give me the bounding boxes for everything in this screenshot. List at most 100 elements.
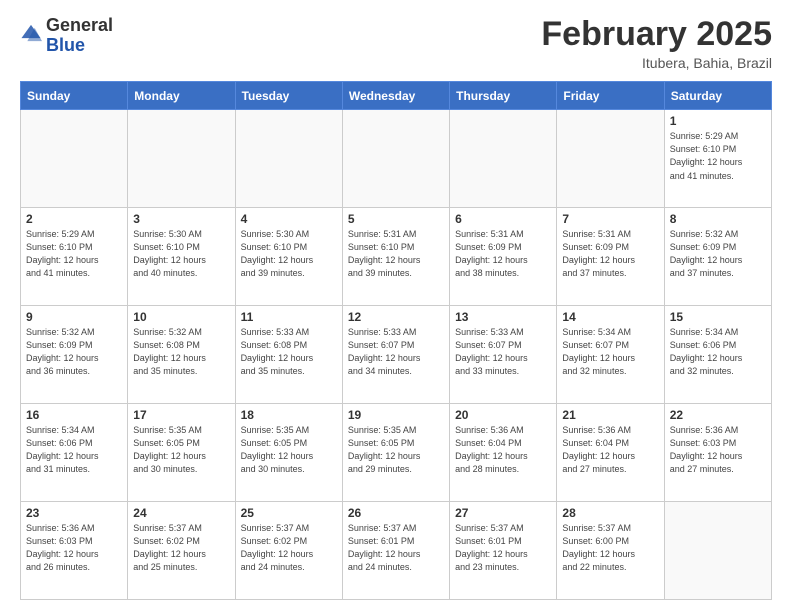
day-info: Sunrise: 5:29 AMSunset: 6:10 PMDaylight:… [26,228,122,280]
day-number: 24 [133,506,229,520]
day-number: 14 [562,310,658,324]
calendar-cell [235,110,342,208]
calendar-cell: 4Sunrise: 5:30 AMSunset: 6:10 PMDaylight… [235,208,342,306]
calendar-cell: 10 Sunrise: 5:32 AMSunset: 6:08 PMDayligh… [128,306,235,404]
calendar-cell: 20 Sunrise: 5:36 AMSunset: 6:04 PMDayligh… [450,404,557,502]
week-row-3: 9Sunrise: 5:32 AMSunset: 6:09 PMDaylight… [21,306,772,404]
day-number: 2 [26,212,122,226]
day-info: Sunrise: 5:36 AMSunset: 6:04 PMDaylight:… [562,424,658,476]
calendar-cell: 18 Sunrise: 5:35 AMSunset: 6:05 PMDayligh… [235,404,342,502]
day-info: Sunrise: 5:36 AMSunset: 6:03 PMDaylight:… [26,522,122,574]
day-number: 13 [455,310,551,324]
header: General Blue February 2025 Itubera, Bahi… [20,16,772,71]
calendar-cell: 19Sunrise: 5:35 AMSunset: 6:05 PMDayligh… [342,404,449,502]
day-info: Sunrise: 5:33 AMSunset: 6:07 PMDaylight:… [348,326,444,378]
week-row-4: 16 Sunrise: 5:34 AMSunset: 6:06 PMDayligh… [21,404,772,502]
day-info: Sunrise: 5:37 AMSunset: 6:00 PMDaylight:… [562,522,658,574]
calendar-cell [450,110,557,208]
day-info: Sunrise: 5:32 AMSunset: 6:08 PMDaylight:… [133,326,229,378]
day-info: Sunrise: 5:35 AMSunset: 6:05 PMDaylight:… [348,424,444,476]
calendar-cell: 23 Sunrise: 5:36 AMSunset: 6:03 PMDayligh… [21,502,128,600]
day-number: 12 [348,310,444,324]
week-row-2: 2 Sunrise: 5:29 AMSunset: 6:10 PMDaylight… [21,208,772,306]
calendar-cell: 16 Sunrise: 5:34 AMSunset: 6:06 PMDayligh… [21,404,128,502]
day-header-thursday: Thursday [450,82,557,110]
calendar-cell: 15Sunrise: 5:34 AMSunset: 6:06 PMDayligh… [664,306,771,404]
day-number: 11 [241,310,337,324]
day-info: Sunrise: 5:36 AMSunset: 6:04 PMDaylight:… [455,424,551,476]
day-number: 28 [562,506,658,520]
day-info: Sunrise: 5:37 AMSunset: 6:02 PMDaylight:… [133,522,229,574]
calendar-cell: 9Sunrise: 5:32 AMSunset: 6:09 PMDaylight… [21,306,128,404]
day-info: Sunrise: 5:35 AMSunset: 6:05 PMDaylight:… [133,424,229,476]
calendar-cell: 14Sunrise: 5:34 AMSunset: 6:07 PMDayligh… [557,306,664,404]
calendar-cell: 27 Sunrise: 5:37 AMSunset: 6:01 PMDayligh… [450,502,557,600]
day-number: 21 [562,408,658,422]
logo-icon [20,22,42,44]
day-number: 18 [241,408,337,422]
calendar-cell: 21 Sunrise: 5:36 AMSunset: 6:04 PMDayligh… [557,404,664,502]
day-number: 3 [133,212,229,226]
day-number: 25 [241,506,337,520]
day-header-wednesday: Wednesday [342,82,449,110]
calendar-cell: 26Sunrise: 5:37 AMSunset: 6:01 PMDayligh… [342,502,449,600]
day-info: Sunrise: 5:37 AMSunset: 6:01 PMDaylight:… [455,522,551,574]
day-number: 6 [455,212,551,226]
calendar-header-row: SundayMondayTuesdayWednesdayThursdayFrid… [21,82,772,110]
month-title: February 2025 [541,16,772,53]
day-number: 27 [455,506,551,520]
day-info: Sunrise: 5:35 AMSunset: 6:05 PMDaylight:… [241,424,337,476]
calendar-cell [664,502,771,600]
calendar-cell: 11 Sunrise: 5:33 AMSunset: 6:08 PMDayligh… [235,306,342,404]
logo-general-text: General [46,15,113,35]
title-area: February 2025 Itubera, Bahia, Brazil [541,16,772,71]
calendar-cell: 25 Sunrise: 5:37 AMSunset: 6:02 PMDayligh… [235,502,342,600]
day-header-monday: Monday [128,82,235,110]
week-row-1: 1 Sunrise: 5:29 AMSunset: 6:10 PMDaylight… [21,110,772,208]
calendar-cell: 12 Sunrise: 5:33 AMSunset: 6:07 PMDayligh… [342,306,449,404]
day-header-sunday: Sunday [21,82,128,110]
day-info: Sunrise: 5:32 AMSunset: 6:09 PMDaylight:… [670,228,766,280]
day-info: Sunrise: 5:37 AMSunset: 6:01 PMDaylight:… [348,522,444,574]
day-info: Sunrise: 5:31 AMSunset: 6:09 PMDaylight:… [455,228,551,280]
day-number: 5 [348,212,444,226]
calendar-cell: 7 Sunrise: 5:31 AMSunset: 6:09 PMDaylight… [557,208,664,306]
calendar-cell [342,110,449,208]
calendar-cell: 5Sunrise: 5:31 AMSunset: 6:10 PMDaylight… [342,208,449,306]
day-number: 22 [670,408,766,422]
calendar-cell: 28 Sunrise: 5:37 AMSunset: 6:00 PMDayligh… [557,502,664,600]
location: Itubera, Bahia, Brazil [541,55,772,71]
day-info: Sunrise: 5:34 AMSunset: 6:06 PMDaylight:… [26,424,122,476]
day-header-tuesday: Tuesday [235,82,342,110]
day-header-friday: Friday [557,82,664,110]
day-number: 7 [562,212,658,226]
calendar-cell: 17 Sunrise: 5:35 AMSunset: 6:05 PMDayligh… [128,404,235,502]
calendar-cell: 22 Sunrise: 5:36 AMSunset: 6:03 PMDayligh… [664,404,771,502]
day-number: 23 [26,506,122,520]
day-number: 1 [670,114,766,128]
day-number: 15 [670,310,766,324]
calendar-cell: 8Sunrise: 5:32 AMSunset: 6:09 PMDaylight… [664,208,771,306]
calendar-cell [557,110,664,208]
calendar-cell [128,110,235,208]
day-info: Sunrise: 5:36 AMSunset: 6:03 PMDaylight:… [670,424,766,476]
day-number: 20 [455,408,551,422]
calendar-table: SundayMondayTuesdayWednesdayThursdayFrid… [20,81,772,600]
day-info: Sunrise: 5:29 AMSunset: 6:10 PMDaylight:… [670,130,766,182]
day-number: 10 [133,310,229,324]
day-number: 17 [133,408,229,422]
calendar-cell [21,110,128,208]
logo: General Blue [20,16,113,56]
week-row-5: 23 Sunrise: 5:36 AMSunset: 6:03 PMDayligh… [21,502,772,600]
day-info: Sunrise: 5:33 AMSunset: 6:08 PMDaylight:… [241,326,337,378]
day-info: Sunrise: 5:37 AMSunset: 6:02 PMDaylight:… [241,522,337,574]
calendar-cell: 3 Sunrise: 5:30 AMSunset: 6:10 PMDaylight… [128,208,235,306]
day-info: Sunrise: 5:31 AMSunset: 6:09 PMDaylight:… [562,228,658,280]
day-info: Sunrise: 5:30 AMSunset: 6:10 PMDaylight:… [241,228,337,280]
day-number: 16 [26,408,122,422]
day-info: Sunrise: 5:30 AMSunset: 6:10 PMDaylight:… [133,228,229,280]
day-info: Sunrise: 5:32 AMSunset: 6:09 PMDaylight:… [26,326,122,378]
calendar-cell: 24 Sunrise: 5:37 AMSunset: 6:02 PMDayligh… [128,502,235,600]
calendar-cell: 2 Sunrise: 5:29 AMSunset: 6:10 PMDaylight… [21,208,128,306]
calendar-cell: 13Sunrise: 5:33 AMSunset: 6:07 PMDayligh… [450,306,557,404]
